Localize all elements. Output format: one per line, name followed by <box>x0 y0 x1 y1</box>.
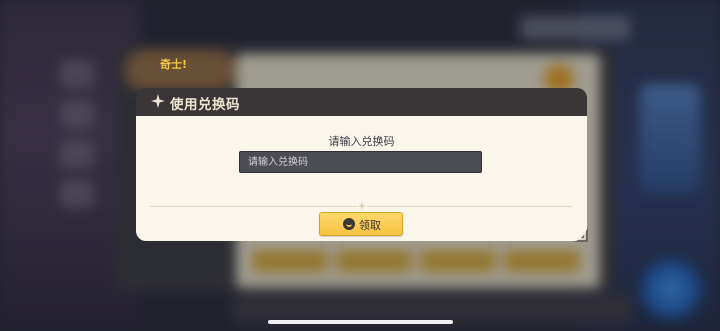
redeem-code-dialog: 使用兑换码 请输入兑换码 领取 <box>136 88 588 242</box>
sparkle-icon <box>151 94 165 108</box>
redeem-code-input[interactable] <box>239 151 482 173</box>
claim-icon <box>343 218 355 230</box>
claim-button-label: 领取 <box>359 219 381 232</box>
redeem-prompt-label: 请输入兑换码 <box>328 135 395 148</box>
corner-decoration-icon <box>572 226 588 242</box>
claim-button[interactable]: 领取 <box>319 212 403 236</box>
home-indicator[interactable] <box>268 320 453 324</box>
background-badge-text: 奇士! <box>160 58 188 71</box>
dialog-body: 请输入兑换码 领取 <box>136 116 587 241</box>
dialog-title: 使用兑换码 <box>170 97 240 113</box>
dialog-header: 使用兑换码 <box>136 88 587 116</box>
sparkle-icon <box>357 201 367 211</box>
